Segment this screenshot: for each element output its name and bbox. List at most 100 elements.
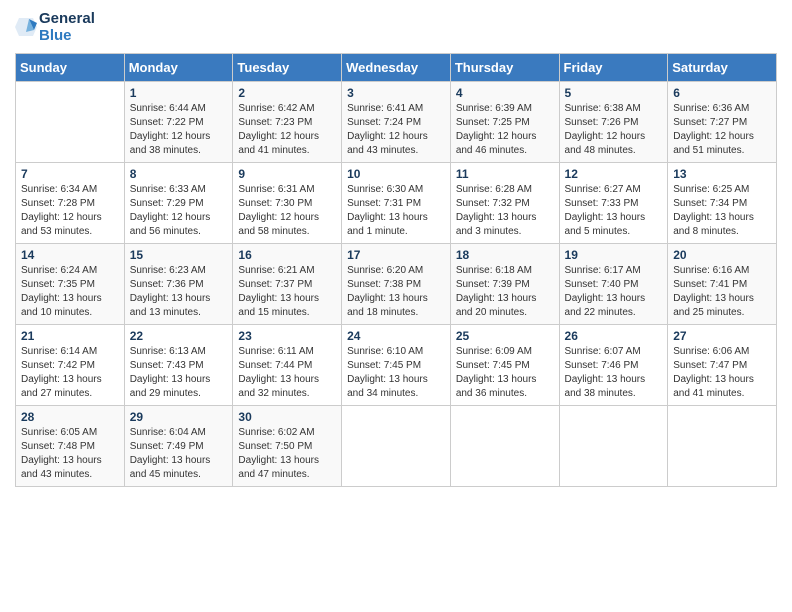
day-number: 7 [21, 167, 119, 181]
day-info: Sunrise: 6:24 AMSunset: 7:35 PMDaylight:… [21, 264, 119, 320]
logo-block: General Blue [15, 10, 95, 45]
day-cell: 8 Sunrise: 6:33 AMSunset: 7:29 PMDaylight… [124, 162, 233, 243]
day-info: Sunrise: 6:06 AMSunset: 7:47 PMDaylight:… [673, 345, 771, 401]
day-number: 12 [565, 167, 663, 181]
day-cell: 4Sunrise: 6:39 AMSunset: 7:25 PMDaylight… [450, 81, 559, 162]
day-cell: 10 Sunrise: 6:30 AMSunset: 7:31 PMDayligh… [342, 162, 451, 243]
week-row-0: 1Sunrise: 6:44 AMSunset: 7:22 PMDaylight… [16, 81, 777, 162]
header-tuesday: Tuesday [233, 53, 342, 81]
day-info: Sunrise: 6:36 AMSunset: 7:27 PMDaylight:… [673, 102, 771, 158]
logo: General Blue [15, 10, 95, 45]
day-number: 8 [130, 167, 228, 181]
day-number: 26 [565, 329, 663, 343]
logo-icon [15, 16, 37, 38]
day-cell: 7 Sunrise: 6:34 AMSunset: 7:28 PMDaylight… [16, 162, 125, 243]
calendar-table: SundayMondayTuesdayWednesdayThursdayFrid… [15, 53, 777, 487]
day-cell [559, 405, 668, 486]
day-info: Sunrise: 6:05 AMSunset: 7:48 PMDaylight:… [21, 426, 119, 482]
day-number: 29 [130, 410, 228, 424]
day-info: Sunrise: 6:33 AMSunset: 7:29 PMDaylight:… [130, 183, 228, 239]
header-wednesday: Wednesday [342, 53, 451, 81]
day-cell: 25 Sunrise: 6:09 AMSunset: 7:45 PMDayligh… [450, 324, 559, 405]
header-monday: Monday [124, 53, 233, 81]
header-row: SundayMondayTuesdayWednesdayThursdayFrid… [16, 53, 777, 81]
day-number: 18 [456, 248, 554, 262]
day-cell: 19Sunrise: 6:17 AMSunset: 7:40 PMDayligh… [559, 243, 668, 324]
day-info: Sunrise: 6:21 AMSunset: 7:37 PMDaylight:… [238, 264, 336, 320]
day-cell: 14 Sunrise: 6:24 AMSunset: 7:35 PMDayligh… [16, 243, 125, 324]
day-info: Sunrise: 6:07 AMSunset: 7:46 PMDaylight:… [565, 345, 663, 401]
day-number: 25 [456, 329, 554, 343]
day-number: 17 [347, 248, 445, 262]
header-friday: Friday [559, 53, 668, 81]
day-cell: 18 Sunrise: 6:18 AMSunset: 7:39 PMDayligh… [450, 243, 559, 324]
day-cell: 13 Sunrise: 6:25 AMSunset: 7:34 PMDayligh… [668, 162, 777, 243]
day-number: 2 [238, 86, 336, 100]
day-number: 27 [673, 329, 771, 343]
day-cell: 29 Sunrise: 6:04 AMSunset: 7:49 PMDayligh… [124, 405, 233, 486]
day-cell [342, 405, 451, 486]
header-thursday: Thursday [450, 53, 559, 81]
day-cell: 26 Sunrise: 6:07 AMSunset: 7:46 PMDayligh… [559, 324, 668, 405]
day-info: Sunrise: 6:23 AMSunset: 7:36 PMDaylight:… [130, 264, 228, 320]
day-info: Sunrise: 6:34 AMSunset: 7:28 PMDaylight:… [21, 183, 119, 239]
day-cell: 23 Sunrise: 6:11 AMSunset: 7:44 PMDayligh… [233, 324, 342, 405]
day-cell [16, 81, 125, 162]
day-number: 14 [21, 248, 119, 262]
day-cell: 27 Sunrise: 6:06 AMSunset: 7:47 PMDayligh… [668, 324, 777, 405]
header-sunday: Sunday [16, 53, 125, 81]
day-cell: 28Sunrise: 6:05 AMSunset: 7:48 PMDayligh… [16, 405, 125, 486]
day-info: Sunrise: 6:16 AMSunset: 7:41 PMDaylight:… [673, 264, 771, 320]
day-info: Sunrise: 6:38 AMSunset: 7:26 PMDaylight:… [565, 102, 663, 158]
logo-general: General [39, 10, 95, 27]
header: General Blue [15, 10, 777, 45]
day-number: 24 [347, 329, 445, 343]
day-info: Sunrise: 6:11 AMSunset: 7:44 PMDaylight:… [238, 345, 336, 401]
day-cell: 20Sunrise: 6:16 AMSunset: 7:41 PMDayligh… [668, 243, 777, 324]
day-cell: 2Sunrise: 6:42 AMSunset: 7:23 PMDaylight… [233, 81, 342, 162]
week-row-3: 21 Sunrise: 6:14 AMSunset: 7:42 PMDayligh… [16, 324, 777, 405]
day-number: 1 [130, 86, 228, 100]
day-info: Sunrise: 6:28 AMSunset: 7:32 PMDaylight:… [456, 183, 554, 239]
day-cell: 1Sunrise: 6:44 AMSunset: 7:22 PMDaylight… [124, 81, 233, 162]
day-info: Sunrise: 6:14 AMSunset: 7:42 PMDaylight:… [21, 345, 119, 401]
day-number: 6 [673, 86, 771, 100]
day-cell: 16 Sunrise: 6:21 AMSunset: 7:37 PMDayligh… [233, 243, 342, 324]
week-row-4: 28Sunrise: 6:05 AMSunset: 7:48 PMDayligh… [16, 405, 777, 486]
day-info: Sunrise: 6:04 AMSunset: 7:49 PMDaylight:… [130, 426, 228, 482]
day-number: 11 [456, 167, 554, 181]
day-cell: 5 Sunrise: 6:38 AMSunset: 7:26 PMDaylight… [559, 81, 668, 162]
day-info: Sunrise: 6:17 AMSunset: 7:40 PMDaylight:… [565, 264, 663, 320]
day-cell: 3Sunrise: 6:41 AMSunset: 7:24 PMDaylight… [342, 81, 451, 162]
day-cell [668, 405, 777, 486]
day-info: Sunrise: 6:02 AMSunset: 7:50 PMDaylight:… [238, 426, 336, 482]
day-info: Sunrise: 6:18 AMSunset: 7:39 PMDaylight:… [456, 264, 554, 320]
day-number: 9 [238, 167, 336, 181]
header-saturday: Saturday [668, 53, 777, 81]
day-number: 10 [347, 167, 445, 181]
day-info: Sunrise: 6:10 AMSunset: 7:45 PMDaylight:… [347, 345, 445, 401]
day-number: 13 [673, 167, 771, 181]
day-cell: 6 Sunrise: 6:36 AMSunset: 7:27 PMDaylight… [668, 81, 777, 162]
day-info: Sunrise: 6:30 AMSunset: 7:31 PMDaylight:… [347, 183, 445, 239]
day-cell: 17 Sunrise: 6:20 AMSunset: 7:38 PMDayligh… [342, 243, 451, 324]
day-number: 23 [238, 329, 336, 343]
day-cell: 9 Sunrise: 6:31 AMSunset: 7:30 PMDaylight… [233, 162, 342, 243]
day-info: Sunrise: 6:31 AMSunset: 7:30 PMDaylight:… [238, 183, 336, 239]
day-number: 21 [21, 329, 119, 343]
day-number: 16 [238, 248, 336, 262]
day-number: 22 [130, 329, 228, 343]
day-info: Sunrise: 6:25 AMSunset: 7:34 PMDaylight:… [673, 183, 771, 239]
day-info: Sunrise: 6:27 AMSunset: 7:33 PMDaylight:… [565, 183, 663, 239]
day-cell: 11 Sunrise: 6:28 AMSunset: 7:32 PMDayligh… [450, 162, 559, 243]
day-cell: 30Sunrise: 6:02 AMSunset: 7:50 PMDayligh… [233, 405, 342, 486]
day-cell: 12 Sunrise: 6:27 AMSunset: 7:33 PMDayligh… [559, 162, 668, 243]
day-info: Sunrise: 6:09 AMSunset: 7:45 PMDaylight:… [456, 345, 554, 401]
day-number: 4 [456, 86, 554, 100]
logo-blue: Blue [39, 27, 95, 44]
day-cell: 22Sunrise: 6:13 AMSunset: 7:43 PMDayligh… [124, 324, 233, 405]
day-number: 5 [565, 86, 663, 100]
day-cell: 24 Sunrise: 6:10 AMSunset: 7:45 PMDayligh… [342, 324, 451, 405]
day-cell [450, 405, 559, 486]
day-info: Sunrise: 6:20 AMSunset: 7:38 PMDaylight:… [347, 264, 445, 320]
